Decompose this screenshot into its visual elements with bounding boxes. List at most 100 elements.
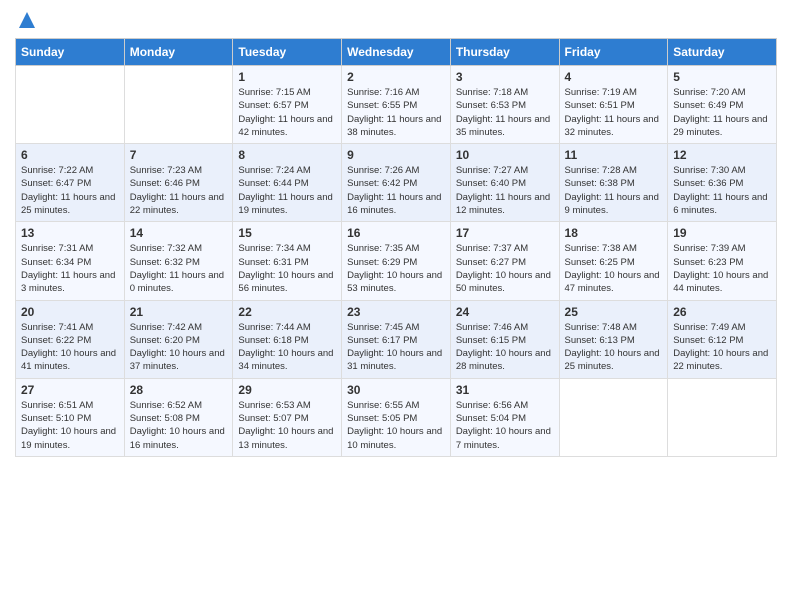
calendar-day-cell: 25 Sunrise: 7:48 AM Sunset: 6:13 PM Dayli… xyxy=(559,300,668,378)
day-number: 16 xyxy=(347,226,445,240)
day-info: Sunrise: 7:32 AM Sunset: 6:32 PM Dayligh… xyxy=(130,242,228,295)
calendar-day-cell xyxy=(559,378,668,456)
day-number: 6 xyxy=(21,148,119,162)
calendar-day-cell: 29 Sunrise: 6:53 AM Sunset: 5:07 PM Dayli… xyxy=(233,378,342,456)
calendar-day-cell: 17 Sunrise: 7:37 AM Sunset: 6:27 PM Dayli… xyxy=(450,222,559,300)
calendar-day-cell xyxy=(668,378,777,456)
calendar-day-cell: 11 Sunrise: 7:28 AM Sunset: 6:38 PM Dayli… xyxy=(559,144,668,222)
calendar-day-cell: 24 Sunrise: 7:46 AM Sunset: 6:15 PM Dayli… xyxy=(450,300,559,378)
day-number: 25 xyxy=(565,305,663,319)
day-number: 30 xyxy=(347,383,445,397)
weekday-header-saturday: Saturday xyxy=(668,39,777,66)
calendar-day-cell: 10Sunrise: 7:27 AM Sunset: 6:40 PM Dayli… xyxy=(450,144,559,222)
calendar-week-row: 27Sunrise: 6:51 AM Sunset: 5:10 PM Dayli… xyxy=(16,378,777,456)
calendar-day-cell: 9 Sunrise: 7:26 AM Sunset: 6:42 PM Daylig… xyxy=(342,144,451,222)
day-number: 29 xyxy=(238,383,336,397)
day-number: 13 xyxy=(21,226,119,240)
day-number: 11 xyxy=(565,148,663,162)
day-info: Sunrise: 7:24 AM Sunset: 6:44 PM Dayligh… xyxy=(238,164,336,217)
day-info: Sunrise: 7:22 AM Sunset: 6:47 PM Dayligh… xyxy=(21,164,119,217)
day-number: 23 xyxy=(347,305,445,319)
day-number: 17 xyxy=(456,226,554,240)
day-info: Sunrise: 7:42 AM Sunset: 6:20 PM Dayligh… xyxy=(130,321,228,374)
calendar-day-cell: 8Sunrise: 7:24 AM Sunset: 6:44 PM Daylig… xyxy=(233,144,342,222)
header xyxy=(15,10,777,30)
weekday-header-friday: Friday xyxy=(559,39,668,66)
day-number: 1 xyxy=(238,70,336,84)
logo-icon xyxy=(17,10,37,30)
day-info: Sunrise: 6:53 AM Sunset: 5:07 PM Dayligh… xyxy=(238,399,336,452)
day-info: Sunrise: 7:19 AM Sunset: 6:51 PM Dayligh… xyxy=(565,86,663,139)
day-info: Sunrise: 7:37 AM Sunset: 6:27 PM Dayligh… xyxy=(456,242,554,295)
day-number: 28 xyxy=(130,383,228,397)
day-number: 12 xyxy=(673,148,771,162)
day-info: Sunrise: 6:51 AM Sunset: 5:10 PM Dayligh… xyxy=(21,399,119,452)
calendar-day-cell: 5 Sunrise: 7:20 AM Sunset: 6:49 PM Daylig… xyxy=(668,66,777,144)
day-number: 21 xyxy=(130,305,228,319)
day-info: Sunrise: 7:31 AM Sunset: 6:34 PM Dayligh… xyxy=(21,242,119,295)
logo xyxy=(15,10,37,30)
calendar-day-cell xyxy=(16,66,125,144)
day-info: Sunrise: 6:56 AM Sunset: 5:04 PM Dayligh… xyxy=(456,399,554,452)
calendar-day-cell: 7 Sunrise: 7:23 AM Sunset: 6:46 PM Daylig… xyxy=(124,144,233,222)
calendar-week-row: 13 Sunrise: 7:31 AM Sunset: 6:34 PM Dayli… xyxy=(16,222,777,300)
day-info: Sunrise: 6:55 AM Sunset: 5:05 PM Dayligh… xyxy=(347,399,445,452)
day-number: 31 xyxy=(456,383,554,397)
calendar-day-cell: 22 Sunrise: 7:44 AM Sunset: 6:18 PM Dayli… xyxy=(233,300,342,378)
day-number: 14 xyxy=(130,226,228,240)
day-number: 5 xyxy=(673,70,771,84)
page: SundayMondayTuesdayWednesdayThursdayFrid… xyxy=(0,0,792,467)
day-info: Sunrise: 6:52 AM Sunset: 5:08 PM Dayligh… xyxy=(130,399,228,452)
calendar-day-cell: 14 Sunrise: 7:32 AM Sunset: 6:32 PM Dayli… xyxy=(124,222,233,300)
day-number: 22 xyxy=(238,305,336,319)
day-info: Sunrise: 7:38 AM Sunset: 6:25 PM Dayligh… xyxy=(565,242,663,295)
weekday-header-thursday: Thursday xyxy=(450,39,559,66)
weekday-header-monday: Monday xyxy=(124,39,233,66)
day-info: Sunrise: 7:26 AM Sunset: 6:42 PM Dayligh… xyxy=(347,164,445,217)
calendar-week-row: 20 Sunrise: 7:41 AM Sunset: 6:22 PM Dayli… xyxy=(16,300,777,378)
day-info: Sunrise: 7:28 AM Sunset: 6:38 PM Dayligh… xyxy=(565,164,663,217)
calendar-day-cell: 12 Sunrise: 7:30 AM Sunset: 6:36 PM Dayli… xyxy=(668,144,777,222)
day-number: 20 xyxy=(21,305,119,319)
calendar-day-cell: 19Sunrise: 7:39 AM Sunset: 6:23 PM Dayli… xyxy=(668,222,777,300)
calendar-day-cell: 23Sunrise: 7:45 AM Sunset: 6:17 PM Dayli… xyxy=(342,300,451,378)
day-info: Sunrise: 7:15 AM Sunset: 6:57 PM Dayligh… xyxy=(238,86,336,139)
calendar-day-cell: 6 Sunrise: 7:22 AM Sunset: 6:47 PM Daylig… xyxy=(16,144,125,222)
weekday-header-row: SundayMondayTuesdayWednesdayThursdayFrid… xyxy=(16,39,777,66)
day-number: 19 xyxy=(673,226,771,240)
day-number: 15 xyxy=(238,226,336,240)
calendar-day-cell: 21 Sunrise: 7:42 AM Sunset: 6:20 PM Dayli… xyxy=(124,300,233,378)
weekday-header-sunday: Sunday xyxy=(16,39,125,66)
day-info: Sunrise: 7:23 AM Sunset: 6:46 PM Dayligh… xyxy=(130,164,228,217)
day-info: Sunrise: 7:49 AM Sunset: 6:12 PM Dayligh… xyxy=(673,321,771,374)
day-info: Sunrise: 7:48 AM Sunset: 6:13 PM Dayligh… xyxy=(565,321,663,374)
day-number: 4 xyxy=(565,70,663,84)
day-info: Sunrise: 7:44 AM Sunset: 6:18 PM Dayligh… xyxy=(238,321,336,374)
calendar-day-cell: 30 Sunrise: 6:55 AM Sunset: 5:05 PM Dayli… xyxy=(342,378,451,456)
calendar-day-cell: 18Sunrise: 7:38 AM Sunset: 6:25 PM Dayli… xyxy=(559,222,668,300)
calendar-day-cell: 1 Sunrise: 7:15 AM Sunset: 6:57 PM Daylig… xyxy=(233,66,342,144)
day-number: 26 xyxy=(673,305,771,319)
day-number: 7 xyxy=(130,148,228,162)
day-number: 24 xyxy=(456,305,554,319)
calendar-day-cell: 26 Sunrise: 7:49 AM Sunset: 6:12 PM Dayli… xyxy=(668,300,777,378)
calendar-week-row: 1 Sunrise: 7:15 AM Sunset: 6:57 PM Daylig… xyxy=(16,66,777,144)
day-info: Sunrise: 7:20 AM Sunset: 6:49 PM Dayligh… xyxy=(673,86,771,139)
calendar-day-cell: 2 Sunrise: 7:16 AM Sunset: 6:55 PM Daylig… xyxy=(342,66,451,144)
weekday-header-tuesday: Tuesday xyxy=(233,39,342,66)
day-info: Sunrise: 7:41 AM Sunset: 6:22 PM Dayligh… xyxy=(21,321,119,374)
day-number: 2 xyxy=(347,70,445,84)
day-number: 9 xyxy=(347,148,445,162)
day-info: Sunrise: 7:46 AM Sunset: 6:15 PM Dayligh… xyxy=(456,321,554,374)
calendar-day-cell: 28 Sunrise: 6:52 AM Sunset: 5:08 PM Dayli… xyxy=(124,378,233,456)
day-info: Sunrise: 7:27 AM Sunset: 6:40 PM Dayligh… xyxy=(456,164,554,217)
calendar-week-row: 6 Sunrise: 7:22 AM Sunset: 6:47 PM Daylig… xyxy=(16,144,777,222)
calendar-day-cell: 4 Sunrise: 7:19 AM Sunset: 6:51 PM Daylig… xyxy=(559,66,668,144)
calendar-day-cell: 13 Sunrise: 7:31 AM Sunset: 6:34 PM Dayli… xyxy=(16,222,125,300)
calendar-day-cell xyxy=(124,66,233,144)
day-info: Sunrise: 7:16 AM Sunset: 6:55 PM Dayligh… xyxy=(347,86,445,139)
calendar-day-cell: 20 Sunrise: 7:41 AM Sunset: 6:22 PM Dayli… xyxy=(16,300,125,378)
day-number: 3 xyxy=(456,70,554,84)
day-info: Sunrise: 7:35 AM Sunset: 6:29 PM Dayligh… xyxy=(347,242,445,295)
day-info: Sunrise: 7:30 AM Sunset: 6:36 PM Dayligh… xyxy=(673,164,771,217)
